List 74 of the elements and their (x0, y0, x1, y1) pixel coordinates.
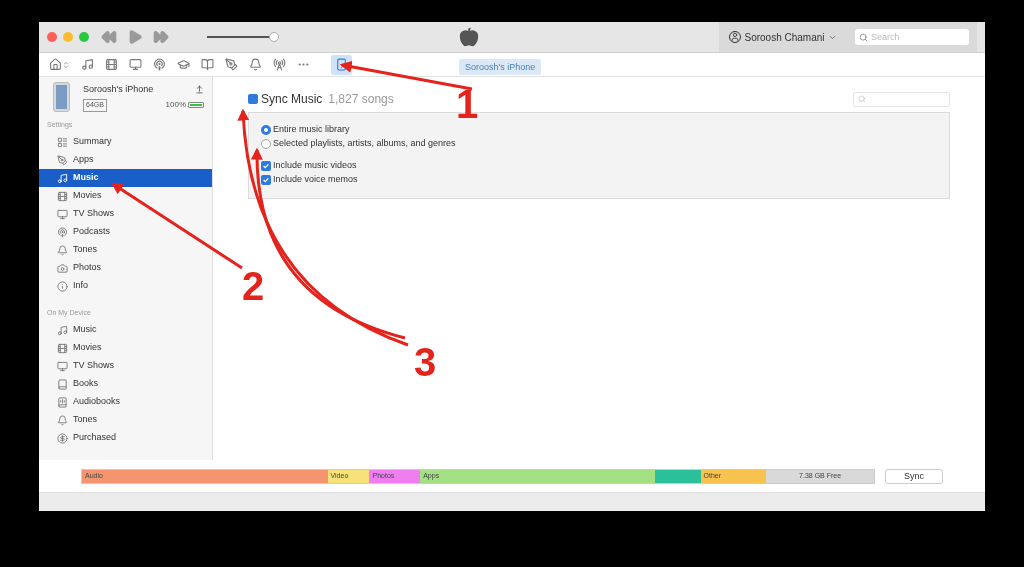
search-icon (858, 95, 866, 103)
checkbox[interactable] (261, 161, 271, 171)
apple-logo-icon (459, 27, 479, 47)
option-label: Selected playlists, artists, albums, and genres (273, 137, 456, 151)
film-icon (57, 342, 68, 354)
radio-button[interactable] (261, 139, 271, 149)
film-icon (105, 58, 118, 71)
sync-button[interactable]: Sync (885, 468, 943, 484)
search-icon (859, 33, 868, 42)
info-icon (57, 280, 68, 292)
sidebar-item[interactable]: TV Shows (39, 205, 212, 223)
annotation-number: 2 (242, 266, 265, 306)
bell-icon (249, 58, 262, 71)
option-label: Include voice memos (273, 173, 358, 187)
summary-icon (57, 136, 68, 148)
device-name: Soroosh's iPhone (83, 82, 154, 96)
search-field[interactable]: Search (855, 29, 969, 45)
song-count: 1,827 songs (328, 91, 394, 108)
book-icon (201, 58, 214, 71)
battery-icon (188, 102, 204, 109)
music-icon (57, 172, 68, 184)
fast-forward-icon[interactable] (153, 29, 169, 45)
close-button[interactable] (47, 32, 57, 42)
sync-checkbox[interactable] (248, 94, 258, 104)
checkbox[interactable] (261, 175, 271, 185)
eject-icon[interactable] (195, 84, 204, 94)
antenna-icon (273, 58, 286, 71)
sidebar-item[interactable]: Podcasts (39, 223, 212, 241)
device-name-button[interactable]: Soroosh's iPhone (459, 58, 542, 75)
annotation-number: 3 (414, 342, 437, 382)
tv-icon (129, 58, 142, 71)
annotation-number: 1 (456, 84, 479, 124)
bell-icon (57, 244, 68, 256)
phone-icon (335, 58, 348, 71)
sidebar-item[interactable]: Books (39, 375, 212, 393)
account-menu[interactable]: Soroosh Chamani (744, 29, 825, 45)
rewind-icon[interactable] (101, 29, 117, 45)
filter-field[interactable] (853, 91, 950, 107)
option-label: Include music videos (273, 159, 357, 173)
bell-icon (57, 414, 68, 426)
sidebar-item[interactable]: Photos (39, 259, 212, 277)
chevron-up-down-icon (62, 60, 70, 69)
sidebar-item[interactable]: Summary (39, 133, 212, 151)
option-label: Entire music library (273, 123, 350, 137)
play-icon[interactable] (127, 29, 143, 45)
sync-title: Sync Music (261, 91, 323, 108)
camera-icon (57, 262, 68, 274)
sidebar-item[interactable]: Audiobooks (39, 393, 212, 411)
sidebar-item[interactable]: Music (39, 169, 212, 187)
book-icon (57, 378, 68, 390)
sidebar-item[interactable]: Movies (39, 339, 212, 357)
volume-slider[interactable] (207, 32, 279, 42)
music-icon (81, 58, 94, 71)
purchased-icon (57, 432, 68, 444)
sidebar-item[interactable]: Apps (39, 151, 212, 169)
podcast-icon (57, 226, 68, 238)
music-icon (57, 324, 68, 336)
sidebar-item[interactable]: TV Shows (39, 357, 212, 375)
battery-percent: 100% (165, 99, 186, 112)
podcast-icon (153, 58, 166, 71)
sidebar-item[interactable]: Music (39, 321, 212, 339)
volume-thumb[interactable] (268, 32, 279, 42)
sidebar-item[interactable]: Movies (39, 187, 212, 205)
house-icon (49, 58, 62, 71)
sidebar-item[interactable]: Tones (39, 411, 212, 429)
phone-thumbnail (53, 82, 70, 112)
tv-icon (57, 360, 68, 372)
sidebar-item[interactable]: Info (39, 277, 212, 295)
film-icon (57, 190, 68, 202)
tv-icon (57, 208, 68, 220)
sidebar-item[interactable]: Purchased (39, 429, 212, 447)
sidebar-item[interactable]: Tones (39, 241, 212, 259)
graduation-cap-icon (177, 58, 190, 71)
radio-button[interactable] (261, 125, 271, 135)
